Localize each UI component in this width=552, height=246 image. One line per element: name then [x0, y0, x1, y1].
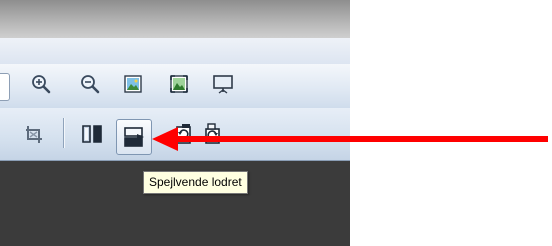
crop-button[interactable]: [22, 122, 46, 146]
zoom-combo-edge[interactable]: [0, 73, 10, 101]
mirror-vertical-icon: [124, 127, 144, 147]
fit-image-icon: [124, 75, 142, 93]
rotate-left-button[interactable]: [172, 122, 196, 146]
tooltip: Spejlvende lodret: [143, 171, 248, 194]
toolbar-separator: [63, 118, 64, 148]
crop-icon: [26, 126, 42, 143]
zoom-in-icon: [32, 75, 51, 94]
actual-size-icon: [170, 75, 188, 93]
slideshow-icon: [213, 75, 233, 94]
fit-image-button[interactable]: [121, 72, 145, 96]
mirror-horizontal-button[interactable]: [80, 122, 104, 146]
mirror-horizontal-icon: [82, 125, 102, 143]
title-bar: [0, 0, 350, 38]
actual-size-button[interactable]: [167, 72, 191, 96]
rotate-left-icon: [176, 124, 191, 144]
application-window: Spejlvende lodret: [0, 0, 350, 246]
menu-bar: [0, 38, 350, 65]
zoom-out-icon: [81, 75, 100, 94]
rotate-right-button[interactable]: [201, 122, 225, 146]
zoom-out-button[interactable]: [78, 72, 102, 96]
mirror-vertical-button[interactable]: [122, 125, 146, 149]
rotate-right-icon: [205, 123, 220, 144]
slideshow-button[interactable]: [211, 72, 235, 96]
zoom-in-button[interactable]: [29, 72, 53, 96]
